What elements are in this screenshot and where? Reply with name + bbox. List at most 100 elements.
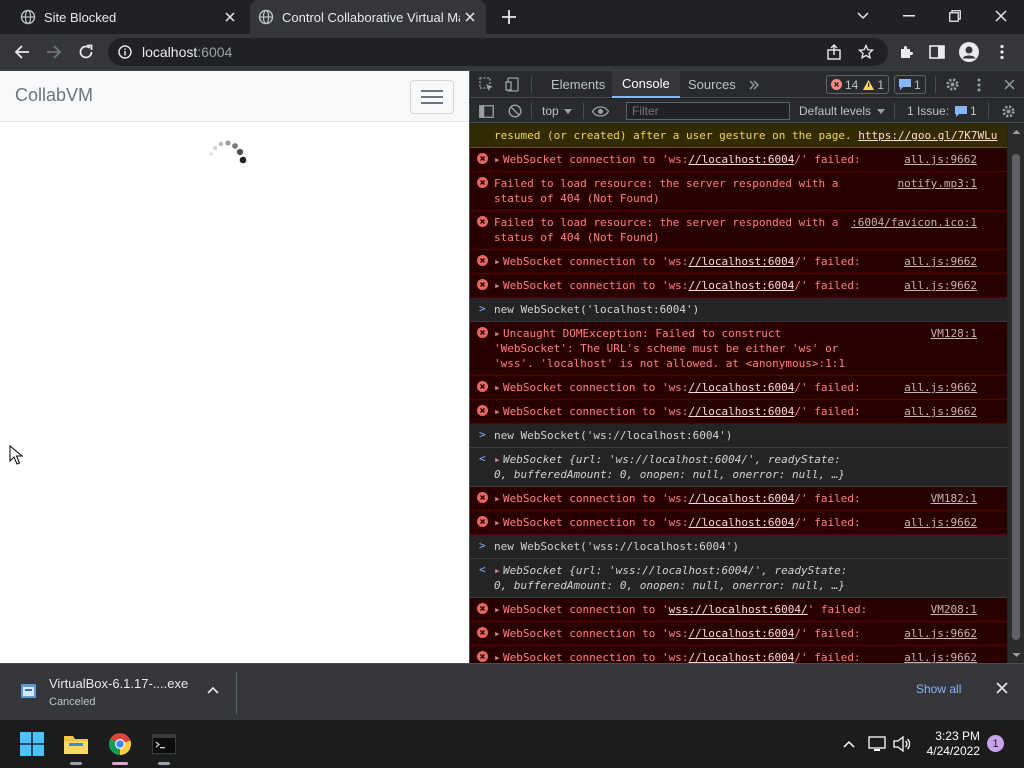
inspect-element-icon[interactable] bbox=[479, 71, 494, 98]
console-row-warn[interactable]: resumed (or created) after a user gestur… bbox=[470, 124, 1007, 148]
log-levels-dropdown[interactable]: Default levels bbox=[799, 99, 886, 123]
console-row-input[interactable]: > new WebSocket('wss://localhost:6004') bbox=[470, 535, 1007, 559]
console-row-result[interactable]: < ▸ WebSocket {url: 'wss://localhost:6004/… bbox=[470, 559, 1007, 598]
bookmark-star-icon[interactable] bbox=[854, 40, 878, 64]
taskbar-clock[interactable]: 3:23 PM 4/24/2022 bbox=[920, 729, 980, 759]
tab-collabvm[interactable]: Control Collaborative Virtual Mac bbox=[250, 0, 486, 34]
terminal-icon[interactable] bbox=[148, 728, 180, 765]
tab-console[interactable]: Console bbox=[612, 71, 680, 98]
close-devtools-icon[interactable] bbox=[1004, 71, 1015, 98]
message-link[interactable]: https://goo.gl/7K7WLu bbox=[858, 129, 997, 142]
minimize-icon[interactable] bbox=[895, 4, 923, 28]
message-link[interactable]: //localhost:6004 bbox=[688, 153, 794, 166]
site-info-icon[interactable] bbox=[118, 45, 132, 59]
message-link[interactable]: wss://localhost:6004/ bbox=[669, 603, 808, 616]
console-message-counter[interactable]: 1 bbox=[894, 75, 926, 94]
extensions-icon[interactable] bbox=[894, 40, 918, 64]
console-row-error[interactable]: ▸ WebSocket connection to 'ws://localhost… bbox=[470, 250, 1007, 274]
context-selector[interactable]: top bbox=[542, 99, 572, 123]
source-link[interactable]: :6004/favicon.ico:1 bbox=[851, 215, 977, 230]
console-row-error[interactable]: ▸ WebSocket connection to 'ws://localhost… bbox=[470, 646, 1007, 663]
live-expression-eye-icon[interactable] bbox=[592, 99, 609, 123]
console-row-error[interactable]: ▸ WebSocket connection to 'ws://localhost… bbox=[470, 511, 1007, 535]
file-explorer-icon[interactable] bbox=[60, 728, 92, 765]
console-row-error[interactable]: ▸ WebSocket connection to 'ws://localhost… bbox=[470, 622, 1007, 646]
show-hidden-icons-chevron-icon[interactable] bbox=[834, 728, 864, 760]
message-link[interactable]: //localhost:6004 bbox=[688, 516, 794, 529]
tab-search-icon[interactable] bbox=[849, 4, 877, 28]
source-link[interactable]: all.js:9662 bbox=[904, 254, 977, 269]
console-row-error[interactable]: ▸ WebSocket connection to 'ws://localhost… bbox=[470, 148, 1007, 172]
side-panel-icon[interactable] bbox=[925, 40, 949, 64]
message-link[interactable]: //localhost:6004 bbox=[688, 405, 794, 418]
show-all-downloads-link[interactable]: Show all bbox=[916, 682, 961, 696]
source-link[interactable]: VM208:1 bbox=[931, 602, 977, 617]
source-link[interactable]: all.js:9662 bbox=[904, 152, 977, 167]
source-link[interactable]: notify.mp3:1 bbox=[898, 176, 977, 191]
close-tab-icon[interactable] bbox=[222, 9, 238, 25]
reload-icon[interactable] bbox=[74, 40, 98, 64]
tab-site-blocked[interactable]: Site Blocked bbox=[8, 0, 246, 34]
forward-icon[interactable] bbox=[42, 40, 66, 64]
expand-triangle-icon[interactable]: ▸ bbox=[494, 515, 503, 530]
console-row-error[interactable]: Failed to load resource: the server resp… bbox=[470, 172, 1007, 211]
message-link[interactable]: //localhost:6004 bbox=[688, 255, 794, 268]
tab-sources[interactable]: Sources bbox=[688, 71, 736, 98]
devtools-menu-icon[interactable] bbox=[977, 71, 981, 98]
console-row-input[interactable]: > new WebSocket('localhost:6004') bbox=[470, 298, 1007, 322]
console-row-error[interactable]: ▸ WebSocket connection to 'wss://localhos… bbox=[470, 598, 1007, 622]
settings-gear-icon[interactable] bbox=[945, 71, 960, 98]
expand-triangle-icon[interactable]: ▸ bbox=[494, 404, 503, 419]
console-row-result[interactable]: < ▸ WebSocket {url: 'ws://localhost:6004/'… bbox=[470, 448, 1007, 487]
console-row-error[interactable]: ▸ WebSocket connection to 'ws://localhost… bbox=[470, 400, 1007, 424]
issues-counter-button[interactable]: 1 Issue: 1 bbox=[907, 99, 977, 123]
device-toolbar-icon[interactable] bbox=[505, 71, 521, 98]
download-item[interactable]: VirtualBox-6.1.17-....exe Canceled bbox=[14, 672, 236, 714]
network-icon[interactable] bbox=[864, 728, 890, 760]
console-row-input[interactable]: > new WebSocket('ws://localhost:6004') bbox=[470, 424, 1007, 448]
source-link[interactable]: VM182:1 bbox=[931, 491, 977, 506]
brand-logo[interactable]: CollabVM bbox=[15, 85, 93, 106]
profile-icon[interactable] bbox=[957, 40, 981, 64]
clear-console-icon[interactable] bbox=[508, 99, 522, 123]
console-row-error[interactable]: ▸ WebSocket connection to 'ws://localhost… bbox=[470, 487, 1007, 511]
console-error-warning-counter[interactable]: 14 1 bbox=[826, 75, 890, 94]
source-link[interactable]: all.js:9662 bbox=[904, 626, 977, 641]
expand-triangle-icon[interactable]: ▸ bbox=[494, 626, 503, 641]
expand-triangle-icon[interactable]: ▸ bbox=[494, 563, 503, 578]
address-bar[interactable]: localhost:6004 bbox=[108, 38, 888, 66]
tab-elements[interactable]: Elements bbox=[551, 71, 605, 98]
expand-triangle-icon[interactable]: ▸ bbox=[494, 152, 503, 167]
volume-icon[interactable] bbox=[889, 728, 915, 760]
console-row-error[interactable]: Failed to load resource: the server resp… bbox=[470, 211, 1007, 250]
console-row-error[interactable]: ▸ WebSocket connection to 'ws://localhost… bbox=[470, 376, 1007, 400]
expand-triangle-icon[interactable]: ▸ bbox=[494, 650, 503, 663]
close-window-icon[interactable] bbox=[987, 4, 1015, 28]
message-link[interactable]: //localhost:6004 bbox=[688, 279, 794, 292]
source-link[interactable]: all.js:9662 bbox=[904, 278, 977, 293]
expand-triangle-icon[interactable]: ▸ bbox=[494, 278, 503, 293]
chrome-icon[interactable] bbox=[104, 728, 136, 765]
new-tab-icon[interactable] bbox=[498, 6, 520, 28]
navbar-toggle-button[interactable] bbox=[410, 80, 454, 114]
source-link[interactable]: all.js:9662 bbox=[904, 515, 977, 530]
notification-badge[interactable]: 1 bbox=[987, 735, 1004, 752]
console-log[interactable]: resumed (or created) after a user gestur… bbox=[470, 124, 1007, 663]
console-scrollbar[interactable] bbox=[1008, 124, 1024, 663]
console-settings-gear-icon[interactable] bbox=[1001, 99, 1016, 123]
message-link[interactable]: //localhost:6004 bbox=[688, 492, 794, 505]
source-link[interactable]: all.js:9662 bbox=[904, 380, 977, 395]
expand-triangle-icon[interactable]: ▸ bbox=[494, 602, 503, 617]
source-link[interactable]: VM128:1 bbox=[931, 326, 977, 341]
console-row-error[interactable]: ▸ WebSocket connection to 'ws://localhost… bbox=[470, 274, 1007, 298]
expand-triangle-icon[interactable]: ▸ bbox=[494, 326, 503, 341]
source-link[interactable]: all.js:9662 bbox=[904, 650, 977, 663]
share-icon[interactable] bbox=[822, 40, 846, 64]
expand-triangle-icon[interactable]: ▸ bbox=[494, 380, 503, 395]
back-icon[interactable] bbox=[10, 40, 34, 64]
message-link[interactable]: //localhost:6004 bbox=[688, 651, 794, 663]
expand-triangle-icon[interactable]: ▸ bbox=[494, 254, 503, 269]
menu-kebab-icon[interactable] bbox=[990, 40, 1014, 64]
source-link[interactable]: all.js:9662 bbox=[904, 404, 977, 419]
close-tab-icon[interactable] bbox=[462, 9, 478, 25]
